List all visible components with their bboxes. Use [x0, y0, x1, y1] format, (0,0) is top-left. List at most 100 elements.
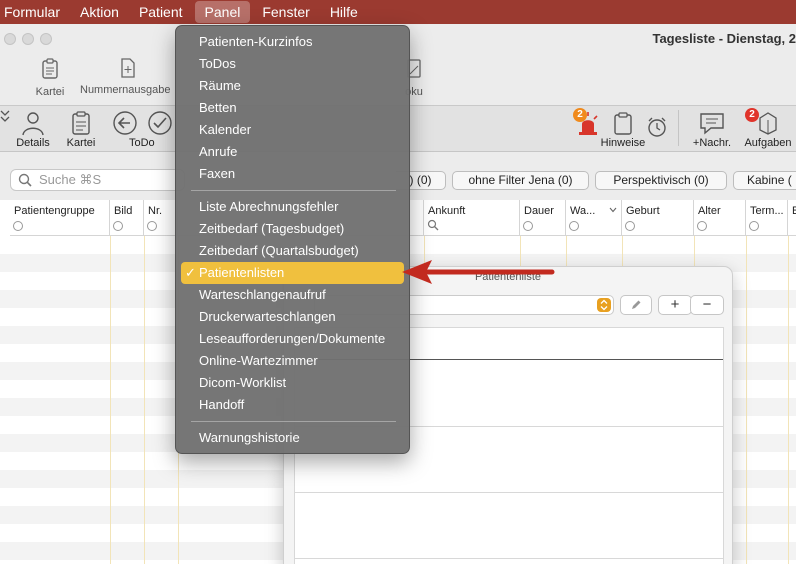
column-divider	[788, 236, 789, 564]
search-input[interactable]: Suche ⌘S	[10, 169, 185, 191]
menu-item-anrufe[interactable]: Anrufe	[181, 141, 404, 163]
window-title: Tagesliste - Dienstag, 2	[652, 31, 796, 46]
column-header-bild[interactable]: Bild	[110, 200, 144, 236]
search-icon	[18, 173, 32, 187]
menu-item-zeitbedarf-tagesbudget[interactable]: Zeitbedarf (Tagesbudget)	[181, 218, 404, 240]
column-header-term[interactable]: Term...	[746, 200, 788, 236]
column-filter-icon[interactable]	[147, 221, 157, 231]
column-header-wa[interactable]: Wa...	[566, 200, 622, 236]
menu-item-warteschlangenaufruf[interactable]: Warteschlangenaufruf	[181, 284, 404, 306]
menu-item-online-wartezimmer[interactable]: Online-Wartezimmer	[181, 350, 404, 372]
details-label: Details	[16, 137, 50, 149]
add-button[interactable]: +	[658, 295, 692, 315]
sort-chevron-down-icon	[609, 207, 617, 213]
column-label: Geburt	[626, 205, 660, 217]
menu-hilfe[interactable]: Hilfe	[320, 0, 368, 24]
todo-label: ToDo	[129, 137, 155, 149]
edit-button[interactable]	[620, 295, 652, 315]
menu-separator	[191, 190, 396, 191]
column-filter-icon[interactable]	[523, 221, 533, 231]
search-placeholder: Suche ⌘S	[39, 172, 102, 187]
menu-item-liste-abrechnungsfehler[interactable]: Liste Abrechnungsfehler	[181, 196, 404, 218]
hinweise-label: Hinweise	[600, 137, 646, 149]
filter-chip-kabine[interactable]: Kabine (	[733, 171, 796, 190]
column-filter-icon[interactable]	[13, 221, 23, 231]
menu-item-todos[interactable]: ToDos	[181, 53, 404, 75]
menu-item-raeume[interactable]: Räume	[181, 75, 404, 97]
kartei-toolbar-button[interactable]: Kartei	[28, 58, 72, 98]
aufgaben-button[interactable]: Aufgaben 2	[740, 108, 796, 149]
person-icon	[22, 112, 44, 136]
aufgaben-label: Aufgaben	[744, 137, 792, 149]
column-label: Alter	[698, 205, 721, 217]
menu-bar: Formular Aktion Patient Panel Fenster Hi…	[0, 0, 796, 24]
column-filter-icon[interactable]	[625, 221, 635, 231]
column-label: Bild	[114, 205, 133, 217]
column-header-ankunft[interactable]: Ankunft	[424, 200, 520, 236]
nummernausgabe-toolbar-button[interactable]: Nummernausgabe	[80, 58, 176, 96]
column-header-nr[interactable]: Nr.	[144, 200, 178, 236]
column-header-dauer[interactable]: Dauer	[520, 200, 566, 236]
zoom-window-button[interactable]	[40, 33, 52, 45]
alarm-clock-button[interactable]	[644, 110, 670, 139]
menu-patient[interactable]: Patient	[129, 0, 193, 24]
menu-item-handoff[interactable]: Handoff	[181, 394, 404, 416]
back-checkmark-icon	[113, 111, 172, 135]
menu-item-patienten-kurzinfos[interactable]: Patienten-Kurzinfos	[181, 31, 404, 53]
column-label: Dauer	[524, 205, 554, 217]
menu-item-faxen[interactable]: Faxen	[181, 163, 404, 185]
minimize-window-button[interactable]	[22, 33, 34, 45]
filter-chip-perspektivisch[interactable]: Perspektivisch (0)	[595, 171, 727, 190]
todo-button[interactable]: ToDo	[112, 110, 174, 149]
column-filter-icon[interactable]	[749, 221, 759, 231]
clipboard-icon	[614, 112, 632, 135]
close-window-button[interactable]	[4, 33, 16, 45]
menu-panel[interactable]: Panel	[194, 1, 251, 23]
column-label: Nr.	[148, 205, 163, 217]
kartei-button[interactable]: Kartei	[62, 110, 100, 149]
filter-chip-ohne-filter-jena[interactable]: ohne Filter Jena (0)	[452, 171, 589, 190]
column-divider	[746, 236, 747, 564]
menu-item-druckerwarteschlangen[interactable]: Druckerwarteschlangen	[181, 306, 404, 328]
menu-item-kalender[interactable]: Kalender	[181, 119, 404, 141]
column-header-geburt[interactable]: Geburt	[622, 200, 694, 236]
nummernausgabe-label: Nummernausgabe	[80, 84, 171, 96]
details-button[interactable]: Details	[12, 110, 54, 149]
kartei-label: Kartei	[66, 137, 96, 149]
clipboard-icon	[42, 58, 58, 79]
list-divider	[295, 558, 723, 559]
column-search-icon[interactable]	[427, 219, 439, 231]
menu-item-betten[interactable]: Betten	[181, 97, 404, 119]
column-header-alter[interactable]: Alter	[694, 200, 746, 236]
menu-item-patientenlisten[interactable]: ✓ Patientenlisten	[181, 262, 404, 284]
panel-dropdown-menu: Patienten-Kurzinfos ToDos Räume Betten K…	[175, 25, 410, 454]
menu-item-dicom-worklist[interactable]: Dicom-Worklist	[181, 372, 404, 394]
menu-aktion[interactable]: Aktion	[70, 0, 129, 24]
clipboard-icon	[72, 111, 90, 135]
column-filter-icon[interactable]	[569, 221, 579, 231]
menu-item-warnungshistorie[interactable]: Warnungshistorie	[181, 427, 404, 449]
new-message-button[interactable]: +Nachr.	[688, 110, 736, 149]
toolbar-divider	[678, 110, 679, 146]
menu-item-leseaufforderungen[interactable]: Leseaufforderungen/Dokumente	[181, 328, 404, 350]
toolbar-overflow-icon[interactable]	[0, 110, 10, 124]
kartei-label: Kartei	[35, 86, 65, 98]
menu-fenster[interactable]: Fenster	[252, 0, 319, 24]
column-filter-icon[interactable]	[697, 221, 707, 231]
aufgaben-badge: 2	[745, 108, 759, 122]
menu-formular[interactable]: Formular	[0, 0, 70, 24]
column-filter-icon[interactable]	[113, 221, 123, 231]
column-label: Ankunft	[428, 205, 466, 217]
remove-button[interactable]: −	[690, 295, 724, 315]
hinweise-button[interactable]: Hinweise	[598, 110, 648, 149]
column-divider	[110, 236, 111, 564]
menu-separator	[191, 421, 396, 422]
column-header-patientengruppe[interactable]: Patientengruppe	[10, 200, 110, 236]
column-header-e[interactable]: E	[788, 200, 796, 236]
hinweise-badge: 2	[573, 108, 587, 122]
message-icon	[700, 113, 724, 135]
column-label: Wa...	[570, 205, 596, 217]
column-label: E	[792, 205, 796, 217]
column-divider	[144, 236, 145, 564]
menu-item-zeitbedarf-quartalsbudget[interactable]: Zeitbedarf (Quartalsbudget)	[181, 240, 404, 262]
